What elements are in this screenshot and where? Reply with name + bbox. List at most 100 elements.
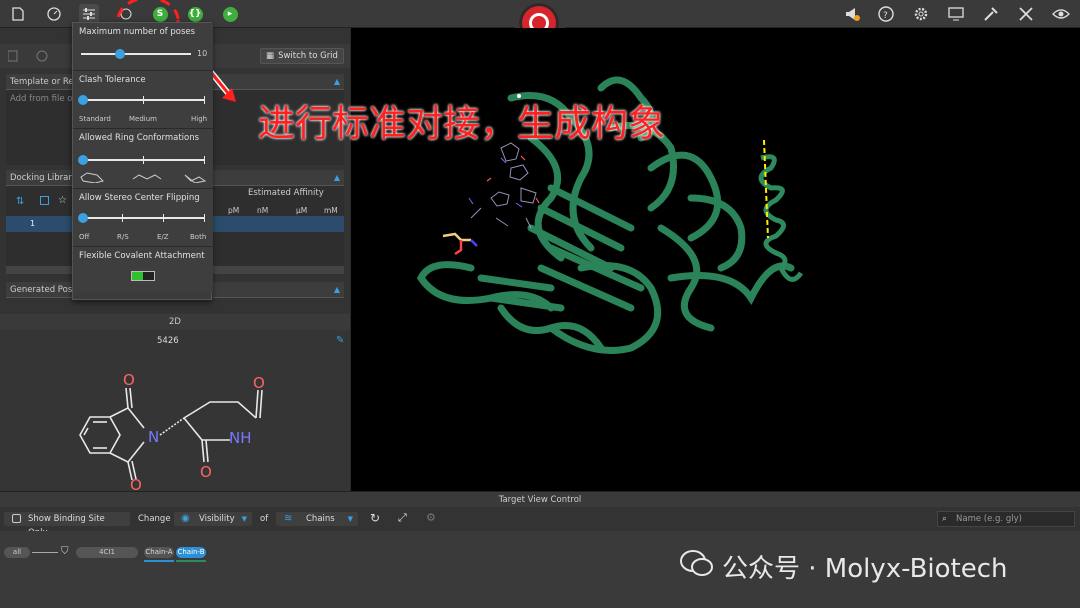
stereo-label-rs: R/S — [117, 233, 129, 241]
stereo-flipping-section: Allow Stereo Center Flipping Off R/S E/Z… — [73, 189, 213, 247]
row-index: 1 — [30, 219, 36, 228]
stereo-label-off: Off — [79, 233, 90, 241]
switch-to-grid-button[interactable]: ▦ Switch to Grid — [260, 48, 344, 64]
panel-2d-header: 2D — [0, 314, 350, 330]
target-view-controls: Show Binding Site Only Change ◉ Visibili… — [0, 507, 1080, 538]
clash-label-standard: Standard — [79, 115, 111, 123]
eye-icon[interactable] — [1051, 4, 1071, 24]
visibility-label: Visibility — [199, 514, 235, 524]
ring-conformations-title: Allowed Ring Conformations — [79, 133, 200, 143]
show-binding-site-toggle[interactable]: Show Binding Site Only — [4, 512, 130, 538]
ligand-ball-stick — [442, 232, 478, 256]
molecule-2d-structure: O N O O O NH — [79, 371, 265, 490]
checkbox-icon — [12, 514, 21, 523]
ring-conformations-section: Allowed Ring Conformations — [73, 129, 213, 189]
chevron-down-icon: ▼ — [347, 515, 353, 523]
target-view-header: Target View Control — [0, 491, 1080, 507]
template-placeholder[interactable]: Add from file or — [10, 94, 76, 104]
megaphone-icon[interactable] — [842, 4, 862, 24]
select-all-checkbox[interactable] — [40, 196, 49, 205]
ring-conformation-icons — [80, 172, 207, 183]
collapse-icon[interactable]: ▲ — [334, 282, 340, 298]
template-section-label: Template or Ref — [10, 77, 77, 87]
chain-b-indicator — [176, 560, 206, 562]
shield-icon: ⛉ — [61, 546, 69, 557]
chip-all[interactable]: all — [4, 547, 30, 558]
estimated-affinity-label: Estimated Affinity — [248, 188, 324, 198]
name-search-input[interactable]: ⌕ Name (e.g. gly) — [937, 511, 1075, 527]
chains-icon: ≋ — [284, 513, 293, 524]
collapse-icon[interactable]: ▲ — [334, 170, 340, 186]
help-icon[interactable]: ? — [876, 4, 896, 24]
docking-section-label: Docking Library — [10, 173, 77, 183]
max-poses-value: 10 — [197, 49, 208, 58]
search-icon: ⌕ — [942, 514, 947, 524]
name-search-placeholder: Name (e.g. gly) — [956, 514, 1022, 524]
chip-pdb-id[interactable]: 4CI1 — [76, 547, 138, 558]
panel-2d: 5426 ✎ O N O O O NH — [0, 330, 350, 491]
slider-knob[interactable] — [78, 95, 88, 105]
covalent-attachment-section: Flexible Covalent Attachment — [73, 247, 213, 293]
watermark-text: 公众号 · Molyx-Biotech — [722, 554, 1008, 584]
eye-icon: ◉ — [181, 513, 190, 524]
visibility-select[interactable]: ◉ Visibility ▼ — [174, 512, 252, 526]
chevron-down-icon: ▼ — [241, 515, 247, 523]
ring-conformations-slider[interactable] — [78, 155, 205, 165]
refresh-icon[interactable]: ↻ — [370, 511, 380, 525]
annotation-caption: 进行标准对接，生成构象 — [258, 102, 665, 145]
stereo-flipping-slider[interactable] — [78, 213, 205, 223]
tools-icon[interactable] — [981, 4, 1001, 24]
pin-icon[interactable]: ☆ — [58, 195, 67, 206]
pin-icon[interactable]: ✎ — [336, 335, 344, 346]
gauge-icon[interactable] — [44, 4, 64, 24]
stereo-label-both: Both — [190, 233, 207, 241]
watermark: 公众号 · Molyx-Biotech — [680, 548, 1008, 585]
atom-oxygen: O — [253, 374, 265, 392]
max-poses-slider[interactable] — [81, 49, 191, 59]
atom-oxygen: O — [123, 371, 135, 389]
unit-nm: nM — [257, 206, 269, 215]
max-poses-section: Maximum number of poses 10 — [73, 23, 213, 71]
wechat-icon — [680, 549, 714, 584]
of-label: of — [260, 514, 269, 524]
clash-tolerance-title: Clash Tolerance — [79, 75, 146, 85]
atom-oxygen: O — [130, 476, 142, 490]
slider-knob[interactable] — [114, 49, 125, 59]
sort-icon[interactable]: ⇅ — [16, 196, 24, 207]
chip-chain-a[interactable]: Chain-A — [144, 547, 174, 558]
clash-tolerance-slider[interactable] — [78, 95, 205, 105]
tools-2-icon[interactable] — [1016, 4, 1036, 24]
chip-chain-b[interactable]: Chain-B — [176, 547, 206, 558]
slider-knob[interactable] — [78, 213, 88, 223]
compound-id: 5426 — [157, 336, 179, 346]
clash-tolerance-section: Clash Tolerance Standard Medium High — [73, 71, 213, 129]
settings-icon[interactable] — [911, 4, 931, 24]
collapse-icon[interactable]: ▲ — [334, 74, 340, 90]
generated-section-label: Generated Pose — [10, 285, 78, 295]
svg-text:?: ? — [883, 11, 888, 21]
atom-nitrogen: N — [148, 428, 159, 446]
stereo-label-ez: E/Z — [157, 233, 169, 241]
clash-label-high: High — [191, 115, 208, 123]
covalent-attachment-title: Flexible Covalent Attachment — [79, 251, 205, 261]
tree-connector — [32, 552, 58, 553]
arrow-circle-icon[interactable]: ▸ — [220, 4, 240, 24]
unit-pm: pM — [228, 206, 240, 215]
monitor-icon[interactable] — [946, 4, 966, 24]
covalent-attachment-toggle[interactable] — [131, 271, 155, 281]
switch-to-grid-label: Switch to Grid — [278, 51, 338, 61]
atom-nh: NH — [229, 429, 252, 447]
chains-select[interactable]: ≋ Chains ▼ — [276, 512, 358, 526]
expand-icon[interactable]: ⤢ — [398, 511, 407, 525]
sliders-icon[interactable] — [79, 4, 99, 24]
chain-a-indicator — [144, 560, 174, 562]
docking-settings-dropdown: Maximum number of poses 10 Clash Toleran… — [72, 22, 213, 300]
slider-knob[interactable] — [78, 155, 88, 165]
change-label: Change — [138, 514, 171, 524]
clash-label-medium: Medium — [129, 115, 157, 123]
file-icon[interactable] — [8, 4, 28, 24]
grid-icon: ▦ — [266, 51, 275, 61]
unit-mm: mM — [324, 206, 338, 215]
settings-disabled-icon: ⚙ — [426, 511, 436, 524]
atom-oxygen: O — [200, 463, 212, 481]
